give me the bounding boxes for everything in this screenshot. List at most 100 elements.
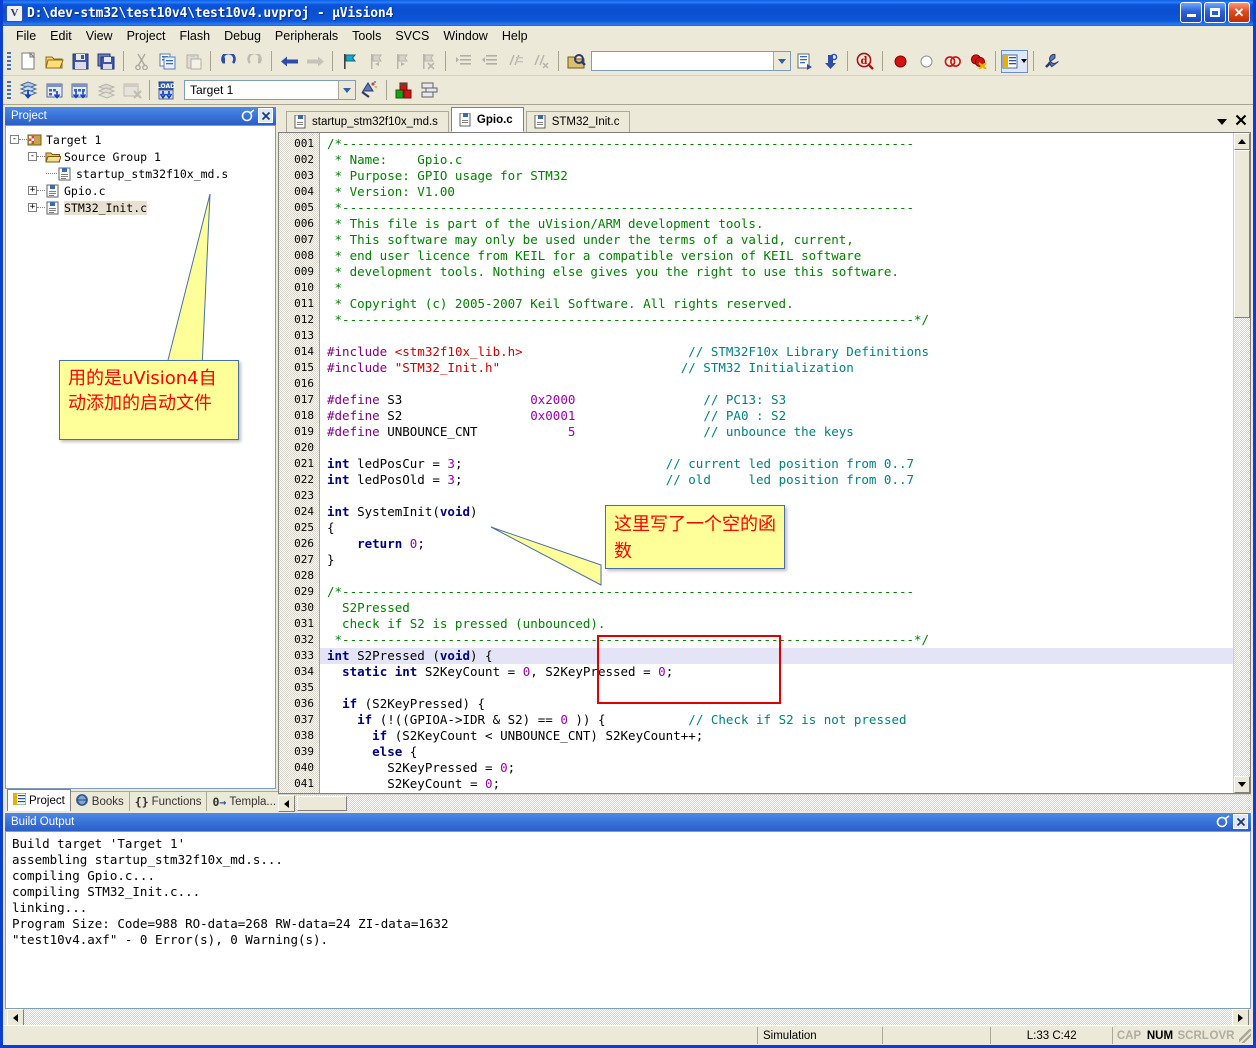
editor-tab-stm32-init[interactable]: STM32_Init.c — [525, 111, 631, 132]
close-pane-icon[interactable] — [1233, 814, 1248, 829]
breakpoint-kill-all-icon[interactable] — [966, 50, 990, 73]
batch-build-icon[interactable] — [94, 79, 118, 102]
annotation-pointer-1 — [165, 193, 211, 369]
menu-peripherals[interactable]: Peripherals — [268, 27, 345, 45]
menu-view[interactable]: View — [79, 27, 120, 45]
tab-list-dropdown-icon[interactable] — [1217, 118, 1227, 125]
open-file-icon[interactable] — [42, 50, 66, 73]
hscroll-thumb[interactable] — [297, 796, 347, 811]
tab-project[interactable]: Project — [7, 789, 71, 811]
indent-icon[interactable] — [451, 50, 475, 73]
chevron-down-icon[interactable] — [773, 52, 790, 70]
build-scroll-left-button[interactable] — [7, 1009, 24, 1026]
menu-debug[interactable]: Debug — [217, 27, 268, 45]
close-button[interactable]: ✕ — [1228, 2, 1250, 23]
minimize-button[interactable] — [1180, 2, 1202, 23]
scroll-up-button[interactable] — [1234, 133, 1250, 150]
outdent-icon[interactable] — [477, 50, 501, 73]
window-manager-icon[interactable] — [1001, 49, 1028, 73]
scroll-left-button[interactable] — [278, 795, 295, 812]
tab-functions[interactable]: {} Functions — [128, 791, 208, 811]
build-target-icon[interactable] — [42, 79, 66, 102]
manage-components-icon[interactable] — [392, 79, 416, 102]
auto-hide-icon[interactable] — [1215, 814, 1230, 829]
paste-icon[interactable] — [181, 50, 205, 73]
bookmark-clear-icon[interactable] — [416, 50, 440, 73]
config-wizard-icon[interactable] — [1039, 50, 1063, 73]
target-select-value: Target 1 — [190, 83, 234, 97]
search-input[interactable] — [591, 51, 791, 71]
uncomment-icon[interactable] — [529, 50, 553, 73]
start-debug-icon[interactable]: d — [853, 50, 877, 73]
annotation-callout-empty-function: 这里写了一个空的函数 — [605, 505, 785, 569]
save-all-icon[interactable] — [94, 50, 118, 73]
project-pane: Project - Target 1 - Source Group 1 star… — [5, 107, 283, 811]
tab-templates-label: Templa... — [229, 795, 277, 808]
breakpoint-icon[interactable] — [888, 50, 912, 73]
code-editor[interactable]: 001 002 003 004 005 006 007 008 009 010 011 012 013 0… — [278, 133, 1251, 794]
undo-icon[interactable] — [216, 50, 240, 73]
svg-text:d: d — [860, 56, 867, 67]
project-tab-icon — [12, 792, 27, 808]
menu-file[interactable]: File — [9, 27, 43, 45]
navigate-back-icon[interactable] — [277, 50, 301, 73]
copy-icon[interactable] — [155, 50, 179, 73]
editor-tab-startup[interactable]: startup_stm32f10x_md.s — [286, 111, 449, 132]
breakpoint-disable-icon[interactable] — [914, 50, 938, 73]
translate-file-icon[interactable] — [16, 79, 40, 102]
close-pane-icon[interactable] — [258, 108, 273, 123]
close-document-icon[interactable] — [1235, 114, 1247, 129]
target-options-icon[interactable] — [357, 79, 381, 102]
navigate-forward-icon[interactable] — [303, 50, 327, 73]
menu-bar: File Edit View Project Flash Debug Perip… — [3, 26, 1253, 47]
editor-tab-stm32-init-label: STM32_Init.c — [551, 116, 620, 128]
bookmark-prev-icon[interactable] — [364, 50, 388, 73]
save-icon[interactable] — [68, 50, 92, 73]
comment-icon[interactable] — [503, 50, 527, 73]
tab-functions-label: Functions — [151, 795, 202, 808]
menu-help[interactable]: Help — [495, 27, 535, 45]
build-output-box[interactable]: Build target 'Target 1' assembling start… — [5, 831, 1251, 1009]
tab-project-label: Project — [29, 794, 65, 807]
auto-hide-icon[interactable] — [240, 108, 255, 123]
vscroll-track[interactable] — [1234, 150, 1250, 776]
build-output-pane: Build Output Build target 'Target 1' ass… — [5, 813, 1251, 1026]
editor-tab-gpio[interactable]: Gpio.c — [450, 107, 524, 132]
new-file-icon[interactable] — [16, 50, 40, 73]
source-file-icon — [294, 114, 307, 129]
vscroll-thumb[interactable] — [1234, 150, 1250, 318]
resize-grip[interactable] — [1239, 1028, 1251, 1043]
scroll-down-button[interactable] — [1234, 776, 1250, 793]
project-tree[interactable]: - Target 1 - Source Group 1 startup_stm3… — [5, 125, 276, 789]
menu-flash[interactable]: Flash — [172, 27, 217, 45]
stop-build-icon[interactable] — [120, 79, 144, 102]
breakpoint-disable-all-icon[interactable] — [940, 50, 964, 73]
tab-templates[interactable]: 0→ Templa... — [206, 791, 283, 811]
find-next-icon[interactable] — [818, 50, 842, 73]
build-toolbar-grip[interactable] — [7, 80, 11, 100]
bookmark-list-icon[interactable] — [792, 50, 816, 73]
menu-project[interactable]: Project — [120, 27, 173, 45]
maximize-button[interactable] — [1204, 2, 1226, 23]
tab-books[interactable]: Books — [69, 791, 130, 811]
download-icon[interactable]: LOAD — [155, 79, 179, 102]
menu-edit[interactable]: Edit — [43, 27, 79, 45]
redo-icon[interactable] — [242, 50, 266, 73]
cut-icon[interactable] — [129, 50, 153, 73]
bookmark-next-icon[interactable] — [390, 50, 414, 73]
menu-window[interactable]: Window — [436, 27, 494, 45]
bookmark-toggle-icon[interactable] — [338, 50, 362, 73]
find-in-files-icon[interactable] — [564, 50, 588, 73]
menu-tools[interactable]: Tools — [345, 27, 388, 45]
rebuild-all-icon[interactable] — [68, 79, 92, 102]
multi-project-icon[interactable] — [418, 79, 442, 102]
toolbar-grip[interactable] — [7, 51, 11, 71]
chevron-down-icon[interactable] — [338, 81, 355, 99]
build-scroll-right-button[interactable] — [1232, 1009, 1249, 1026]
menu-svcs[interactable]: SVCS — [388, 27, 436, 45]
editor-horizontal-scrollbar[interactable] — [278, 794, 1251, 812]
target-select[interactable]: Target 1 — [184, 80, 356, 100]
build-output-hscrollbar[interactable] — [7, 1009, 1249, 1026]
editor-vertical-scrollbar[interactable] — [1233, 133, 1250, 793]
editor-tab-gpio-label: Gpio.c — [476, 113, 513, 126]
